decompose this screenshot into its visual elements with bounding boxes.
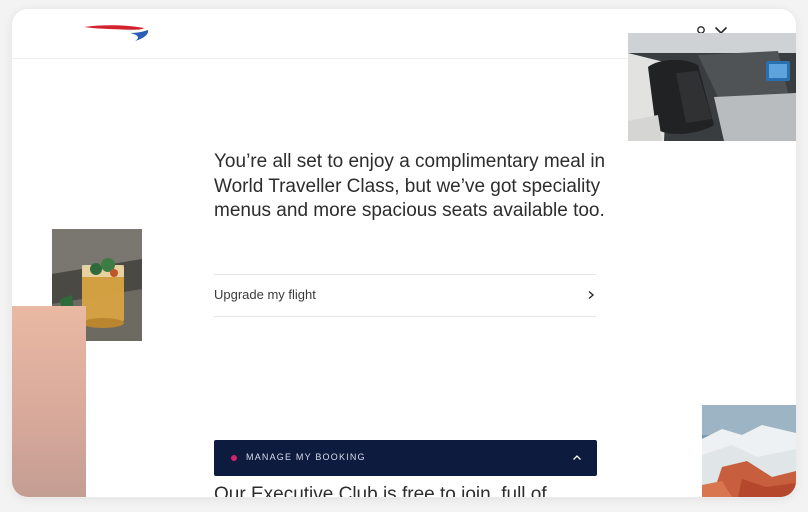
upgrade-headline: You’re all set to enjoy a complimentary … bbox=[214, 151, 606, 221]
manage-my-booking-bar[interactable]: MANAGE MY BOOKING bbox=[214, 440, 597, 476]
manage-booking-label: MANAGE MY BOOKING bbox=[246, 452, 366, 462]
upgrade-link-label: Upgrade my flight bbox=[214, 287, 316, 302]
app-window: You’re all set to enjoy a complimentary … bbox=[12, 9, 796, 497]
executive-club-text: Our Executive Club is free to join, full… bbox=[214, 484, 547, 497]
chevron-up-icon[interactable] bbox=[572, 453, 582, 463]
speedmarque-logo-icon[interactable] bbox=[82, 21, 152, 43]
status-dot bbox=[231, 455, 237, 461]
snowy-mountain-image bbox=[702, 405, 796, 497]
decorative-gradient-panel bbox=[12, 306, 86, 497]
business-seat-image bbox=[628, 33, 796, 141]
upgrade-my-flight-link[interactable]: Upgrade my flight bbox=[214, 274, 596, 317]
chevron-right-icon bbox=[588, 290, 595, 300]
